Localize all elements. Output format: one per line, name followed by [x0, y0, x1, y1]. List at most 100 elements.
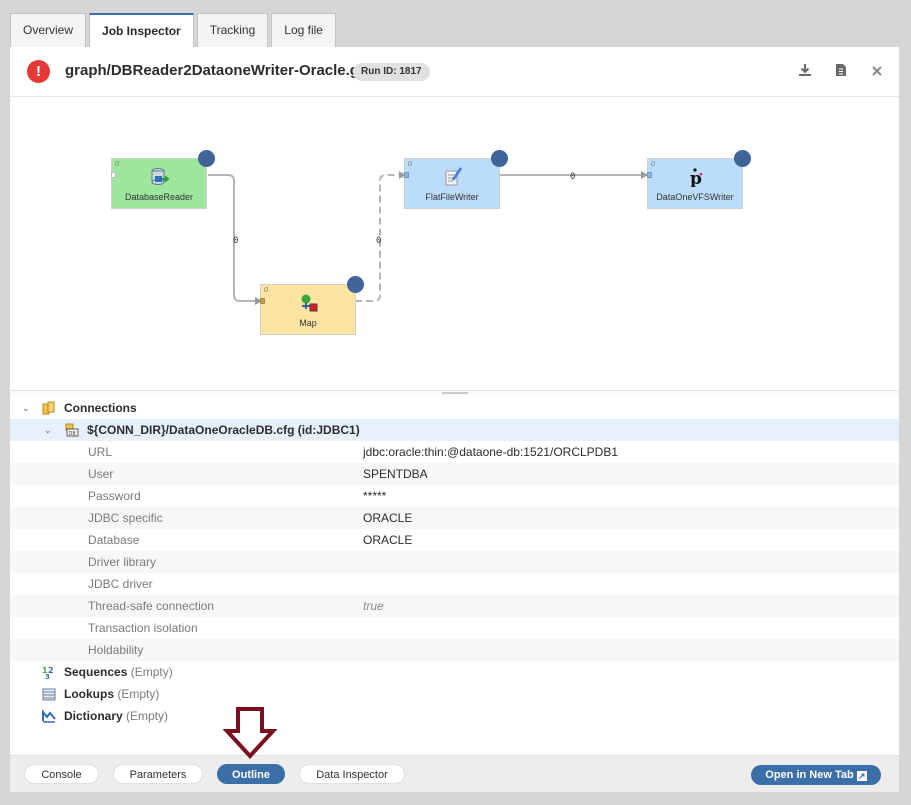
lookups-row-text: Lookups (Empty) [64, 683, 159, 705]
close-icon[interactable] [868, 63, 886, 81]
input-port [111, 172, 116, 178]
property-name: JDBC specific [88, 511, 163, 525]
property-name: JDBC driver [88, 577, 153, 591]
tree-node-sequences[interactable]: 1 2 3 Sequences (Empty) [10, 661, 899, 683]
empty-label: (Empty) [117, 687, 160, 701]
node-dataone-vfs-writer[interactable]: 0 p DataOneVFSWriter [647, 150, 751, 209]
job-header: ! graph/DBReader2DataoneWriter-Oracle.gr… [10, 47, 899, 97]
graph-path-title: graph/DBReader2DataoneWriter-Oracle.grf [65, 62, 370, 79]
svg-text:DB: DB [69, 431, 77, 437]
database-reader-icon [151, 168, 170, 185]
node-label: DataOneVFSWriter [656, 192, 734, 202]
splitter-grip[interactable] [442, 392, 468, 394]
empty-label: (Empty) [126, 709, 169, 723]
svg-text:3: 3 [45, 673, 50, 679]
error-icon: ! [27, 60, 50, 83]
input-port [404, 172, 409, 178]
property-name: Holdability [88, 643, 144, 657]
port-number: 0 [408, 161, 412, 168]
svg-text:p: p [690, 169, 702, 187]
dictionary-row-text: Dictionary (Empty) [64, 705, 168, 727]
property-name: User [88, 467, 114, 481]
status-dot [347, 276, 364, 293]
node-label: DatabaseReader [124, 192, 194, 202]
tab-bar: Overview Job Inspector Tracking Log file [10, 13, 339, 48]
console-button[interactable]: Console [24, 764, 99, 784]
connection-properties: URL jdbc:oracle:thin:@dataone-db:1521/ORC… [10, 441, 899, 661]
database-connection-icon: DB [65, 423, 79, 437]
node-label: FlatFileWriter [425, 192, 479, 202]
run-id-badge: Run ID: 1817 [353, 63, 430, 81]
node-label: Map [299, 318, 317, 328]
property-row: Password ***** [10, 485, 899, 507]
property-value: true [363, 599, 384, 613]
tab-tracking[interactable]: Tracking [196, 13, 269, 47]
data-inspector-button[interactable]: Data Inspector [299, 764, 405, 784]
tree-node-connections[interactable]: ⌄ Connections [10, 397, 899, 419]
external-link-icon: ↗ [856, 771, 867, 781]
connection-label: ${CONN_DIR}/DataOneOracleDB.cfg (id:JDBC… [87, 423, 360, 437]
property-name: Driver library [88, 555, 157, 569]
parameters-button[interactable]: Parameters [113, 764, 203, 784]
download-icon[interactable] [796, 63, 814, 81]
property-name: Thread-safe connection [88, 599, 215, 613]
dictionary-icon [42, 709, 56, 723]
dictionary-label: Dictionary [64, 709, 123, 723]
input-port [647, 172, 652, 178]
property-row: Driver library [10, 551, 899, 573]
property-row: Database ORACLE [10, 529, 899, 551]
property-value: ORACLE [363, 511, 413, 525]
outline-button[interactable]: Outline [217, 764, 285, 784]
chevron-down-icon[interactable]: ⌄ [44, 419, 52, 441]
job-inspector-panel: ! graph/DBReader2DataoneWriter-Oracle.gr… [10, 47, 899, 792]
graph-edges: 0 0 0 [208, 171, 648, 305]
status-dot [734, 150, 751, 167]
chevron-down-icon[interactable]: ⌄ [22, 397, 30, 419]
open-in-new-tab-label: Open in New Tab [765, 769, 854, 781]
property-name: Database [88, 533, 140, 547]
lookups-label: Lookups [64, 687, 114, 701]
connections-icon [42, 401, 55, 415]
edge-label: 0 [570, 172, 575, 182]
connections-label: Connections [64, 401, 137, 415]
property-value: SPENTDBA [363, 467, 428, 481]
sequences-row-text: Sequences (Empty) [64, 661, 173, 683]
tab-log-file[interactable]: Log file [271, 13, 336, 47]
tree-node-connection-jdbc1[interactable]: ⌄ DB ${CONN_DIR}/DataOneOracleDB.cfg (id… [10, 419, 899, 441]
lookups-icon [42, 688, 56, 701]
status-dot [198, 150, 215, 167]
edge-label: 0 [376, 236, 381, 246]
tree-node-lookups[interactable]: Lookups (Empty) [10, 683, 899, 705]
annotation-arrow-icon [223, 707, 277, 759]
node-flat-file-writer[interactable]: 0 FlatFileWriter [404, 150, 508, 209]
open-in-new-tab-button[interactable]: Open in New Tab ↗ [751, 765, 881, 785]
sequences-label: Sequences [64, 665, 128, 679]
input-port [260, 298, 265, 304]
empty-label: (Empty) [130, 665, 173, 679]
property-value: jdbc:oracle:thin:@dataone-db:1521/ORCLPD… [363, 445, 618, 459]
property-row: Holdability [10, 639, 899, 661]
tab-overview[interactable]: Overview [10, 13, 87, 47]
property-row: Thread-safe connection true [10, 595, 899, 617]
property-row: Transaction isolation [10, 617, 899, 639]
sequences-icon: 1 2 3 [42, 666, 54, 679]
property-row: JDBC driver [10, 573, 899, 595]
port-number: 0 [651, 161, 655, 168]
property-row: User SPENTDBA [10, 463, 899, 485]
file-icon[interactable] [832, 63, 850, 81]
property-name: Transaction isolation [88, 621, 198, 635]
tab-job-inspector[interactable]: Job Inspector [89, 13, 194, 48]
property-row: URL jdbc:oracle:thin:@dataone-db:1521/ORC… [10, 441, 899, 463]
property-name: URL [88, 445, 113, 459]
tree-node-dictionary[interactable]: Dictionary (Empty) [10, 705, 899, 727]
property-row: JDBC specific ORACLE [10, 507, 899, 529]
dataone-vfs-writer-icon: p [690, 168, 703, 187]
outline-tree: ⌄ Connections ⌄ DB ${CONN_DIR}/DataOneOr… [10, 397, 899, 727]
node-database-reader[interactable]: 0 DatabaseReader [111, 150, 215, 209]
property-value: ORACLE [363, 533, 413, 547]
property-name: Password [88, 489, 141, 503]
panel-splitter[interactable] [10, 390, 899, 396]
graph-canvas[interactable]: 0 0 0 0 DatabaseReader 0 Map 0 FlatFileW… [10, 98, 899, 390]
node-map[interactable]: 0 Map [260, 276, 364, 335]
map-icon [301, 294, 318, 312]
